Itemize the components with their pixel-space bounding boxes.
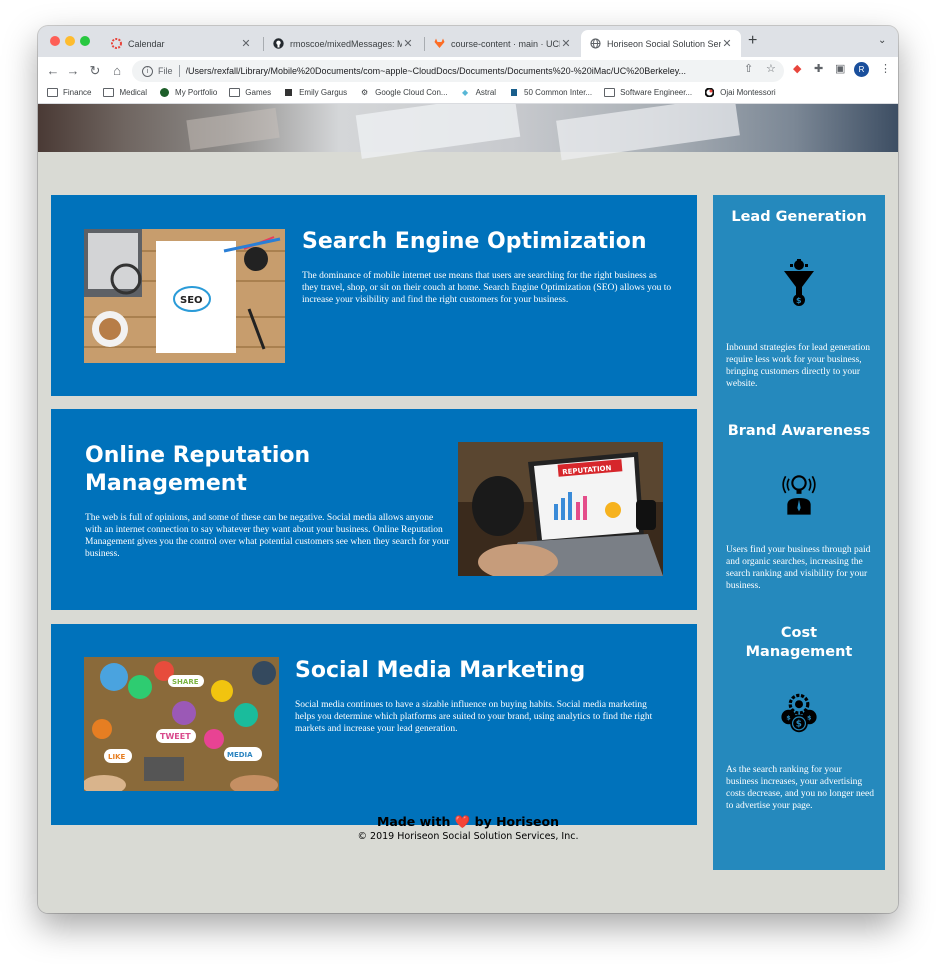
svg-text:SHARE: SHARE [172,678,199,686]
lead-funnel-icon: $ [779,259,819,306]
made-with-line: Made with ❤️ by Horiseon [376,814,559,829]
tab-gitlab[interactable]: course-content · main · UCB-Co ✕ [425,30,580,57]
cube-icon [283,88,294,97]
side-panel-icon[interactable]: ▣ [835,62,845,75]
close-icon[interactable]: ✕ [402,37,414,50]
bookmark-finance[interactable]: Finance [47,87,91,97]
gear-icon: ⚙ [361,87,369,97]
avatar[interactable]: R [854,62,869,77]
svg-text:$: $ [796,720,802,730]
copyright-text: © 2019 Horiseon Social Solution Services… [357,831,579,842]
benefit-title: Cost Management [745,625,853,660]
browser-window: Calendar ✕ rmoscoe/mixedMessages: Mixed … [38,26,898,913]
heart-icon: ❤️ [454,814,471,829]
minimize-window-button[interactable] [65,36,75,46]
bookmark-emily-gargus[interactable]: Emily Gargus [283,88,347,97]
github-icon [272,38,284,50]
zoom-window-button[interactable] [80,36,90,46]
url-text: /Users/rexfall/Library/Mobile%20Document… [185,66,687,76]
service-text: The dominance of mobile internet use mea… [302,271,672,305]
svg-text:SEO: SEO [180,295,203,306]
calendar-icon [110,38,122,50]
bookmark-astral[interactable]: ◆ Astral [460,88,496,97]
chevron-down-icon[interactable]: ⌄ [878,35,886,46]
globe-icon [589,38,601,50]
new-tab-button[interactable]: + [748,33,757,49]
extension-icon[interactable]: ◆ [793,62,801,75]
svg-text:$: $ [796,296,802,305]
folder-icon [604,87,616,97]
page-footer: Made with ❤️ by Horiseon © 2019 Horiseon… [38,814,898,843]
book-icon [508,88,519,97]
more-menu-icon[interactable]: ⋮ [880,62,891,75]
service-title: Social Media Marketing [295,658,586,683]
folder-icon [47,87,58,97]
service-card-seo: SEO Search Engine Optimization The domin… [51,195,697,396]
close-window-button[interactable] [50,36,60,46]
cost-gears-icon: $ $ $ [779,691,819,735]
bookmark-software-engineer[interactable]: Software Engineer... [604,87,692,97]
bookmark-50-common[interactable]: 50 Common Inter... [508,88,592,97]
tab-calendar[interactable]: Calendar ✕ [102,30,260,57]
lightbulb-person-icon [779,471,819,515]
close-icon[interactable]: ✕ [560,37,572,50]
benefit-text: Inbound strategies for lead generation r… [726,343,871,389]
share-icon[interactable]: ⇧ [744,62,753,75]
home-icon[interactable]: ⌂ [109,63,125,79]
bookmark-ojai-montessori[interactable]: Ojai Montessori [704,87,776,97]
hero-image [38,104,898,161]
web-page: SEO Search Engine Optimization The domin… [38,104,898,913]
reload-icon[interactable]: ↻ [87,63,103,79]
benefit-title: Brand Awareness [727,423,871,439]
tab-horiseon[interactable]: Horiseon Social Solution Servic ✕ [581,30,741,57]
gitlab-icon [433,38,445,50]
service-title: Online Reputation Management [85,443,311,496]
seo-notebook-image: SEO [84,229,285,363]
portfolio-icon [159,87,170,97]
benefits-sidebar: Lead Generation $ Inbound strategies for… [713,195,885,870]
montessori-icon [704,87,715,97]
svg-text:$: $ [807,713,812,721]
folder-icon [103,87,115,97]
benefit-title: Lead Generation [731,209,867,225]
browser-toolbar: ← → ↻ ⌂ i File /Users/rexfall/Library/Mo… [38,57,898,104]
diamond-icon: ◆ [462,87,469,97]
address-bar[interactable]: i File /Users/rexfall/Library/Mobile%20D… [132,60,784,82]
puzzle-icon[interactable]: ✚ [814,62,823,75]
back-arrow-icon[interactable]: ← [45,63,61,79]
tab-github[interactable]: rmoscoe/mixedMessages: Mixed ✕ [264,30,422,57]
bookmark-medical[interactable]: Medical [103,87,147,97]
bookmark-google-cloud[interactable]: ⚙ Google Cloud Con... [359,88,448,97]
service-title: Search Engine Optimization [302,229,647,254]
reputation-laptop-image: REPUTATION [458,442,663,576]
svg-text:TWEET: TWEET [160,732,191,741]
svg-text:MEDIA: MEDIA [227,751,253,759]
benefit-text: Users find your business through paid an… [726,545,871,591]
service-text: Social media continues to have a sizable… [295,700,653,734]
service-card-social: SHARE TWEET LIKE MEDIA Social Media Mark… [51,624,697,825]
service-card-reputation: Online Reputation Management The web is … [51,409,697,610]
social-media-image: SHARE TWEET LIKE MEDIA [84,657,279,791]
close-icon[interactable]: ✕ [721,37,733,50]
bookmarks-bar: Finance Medical My Portfolio Games Emily… [38,81,898,103]
bookmark-games[interactable]: Games [229,87,271,97]
bookmark-star-icon[interactable]: ☆ [766,62,776,75]
close-icon[interactable]: ✕ [240,37,252,50]
info-icon[interactable]: i [142,65,153,77]
folder-icon [229,87,241,97]
benefit-text: As the search ranking for your business … [726,765,874,811]
tab-strip: Calendar ✕ rmoscoe/mixedMessages: Mixed … [38,26,898,57]
forward-arrow-icon[interactable]: → [65,63,81,79]
svg-text:$: $ [786,713,791,721]
service-text: The web is full of opinions, and some of… [85,513,450,559]
bookmark-my-portfolio[interactable]: My Portfolio [159,87,217,97]
svg-text:LIKE: LIKE [108,753,125,761]
